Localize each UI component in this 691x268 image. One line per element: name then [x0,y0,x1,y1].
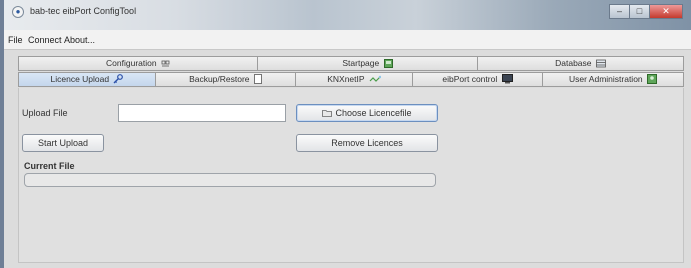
upload-file-input[interactable] [118,104,286,122]
current-file-field [24,173,436,187]
tab-label: eibPort control [442,74,498,84]
minimize-button[interactable]: – [609,4,629,19]
tab-label: KNXnetIP [327,74,365,84]
menu-bar: File Connect About... [4,30,691,50]
tab-startpage[interactable]: Startpage [258,56,478,71]
database-icon [595,59,606,70]
tab-user-administration[interactable]: User Administration [543,72,684,87]
menu-connect[interactable]: Connect [28,35,62,45]
app-icon: ● [12,6,24,18]
tab-label: User Administration [568,74,643,84]
folder-icon [322,106,333,122]
close-button[interactable]: ✕ [649,4,683,19]
title-bar[interactable]: ● bab-tec eibPort ConfigTool – □ ✕ [4,0,691,30]
users-icon [647,74,658,86]
configuration-icon [161,59,170,70]
remove-licences-button[interactable]: Remove Licences [296,134,438,152]
choose-licencefile-button[interactable]: Choose Licencefile [296,104,438,122]
tab-label: Licence Upload [50,74,110,84]
backup-icon [254,74,262,86]
tab-label: Startpage [342,58,380,68]
tab-backup-restore[interactable]: Backup/Restore [156,72,296,87]
app-window: ● bab-tec eibPort ConfigTool – □ ✕ File … [0,0,691,268]
startpage-icon [383,59,393,70]
window-controls: – □ ✕ [609,4,683,20]
monitor-icon [501,74,513,86]
maximize-button[interactable]: □ [629,4,649,19]
tab-database[interactable]: Database [478,56,684,71]
tab-configuration[interactable]: Configuration [18,56,258,71]
choose-button-label: Choose Licencefile [335,108,412,118]
tab-eibport-control[interactable]: eibPort control [413,72,543,87]
key-icon [113,74,124,86]
tab-label: Database [555,58,592,68]
menu-file[interactable]: File [8,35,23,45]
current-file-label: Current File [24,161,75,171]
tab-row-top: Configuration Startpage Database [18,56,684,71]
start-upload-button[interactable]: Start Upload [22,134,104,152]
window-title: bab-tec eibPort ConfigTool [30,6,137,16]
upload-file-label: Upload File [22,108,68,118]
tab-licence-upload[interactable]: Licence Upload [18,72,156,87]
tab-row-bottom: Licence Upload Backup/Restore KNXnetIP e… [18,72,684,87]
tab-knxnetip[interactable]: KNXnetIP [296,72,413,87]
tab-label: Backup/Restore [189,74,250,84]
menu-about[interactable]: About... [64,35,95,45]
network-icon [369,75,381,86]
tab-label: Configuration [106,58,157,68]
